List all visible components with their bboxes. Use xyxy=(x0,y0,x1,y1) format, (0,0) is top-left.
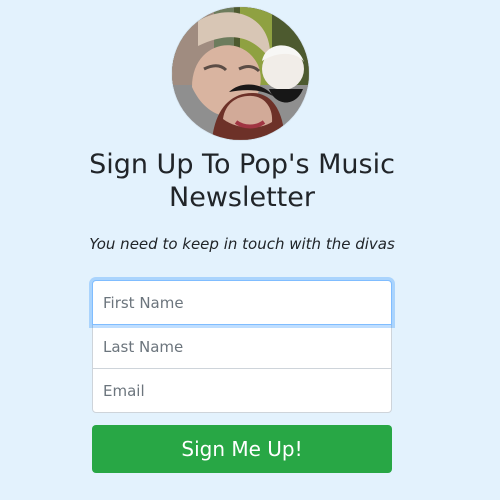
email-input[interactable] xyxy=(92,368,392,413)
last-name-input[interactable] xyxy=(92,324,392,369)
newsletter-signup-page: Sign Up To Pop's Music Newsletter You ne… xyxy=(0,0,500,500)
first-name-input[interactable] xyxy=(92,280,392,325)
sign-up-button[interactable]: Sign Me Up! xyxy=(92,425,392,473)
page-title: Sign Up To Pop's Music Newsletter xyxy=(89,149,395,213)
newsletter-form xyxy=(92,280,392,413)
pop-divas-logo xyxy=(172,7,309,140)
page-subtitle: You need to keep in touch with the divas xyxy=(89,235,395,253)
